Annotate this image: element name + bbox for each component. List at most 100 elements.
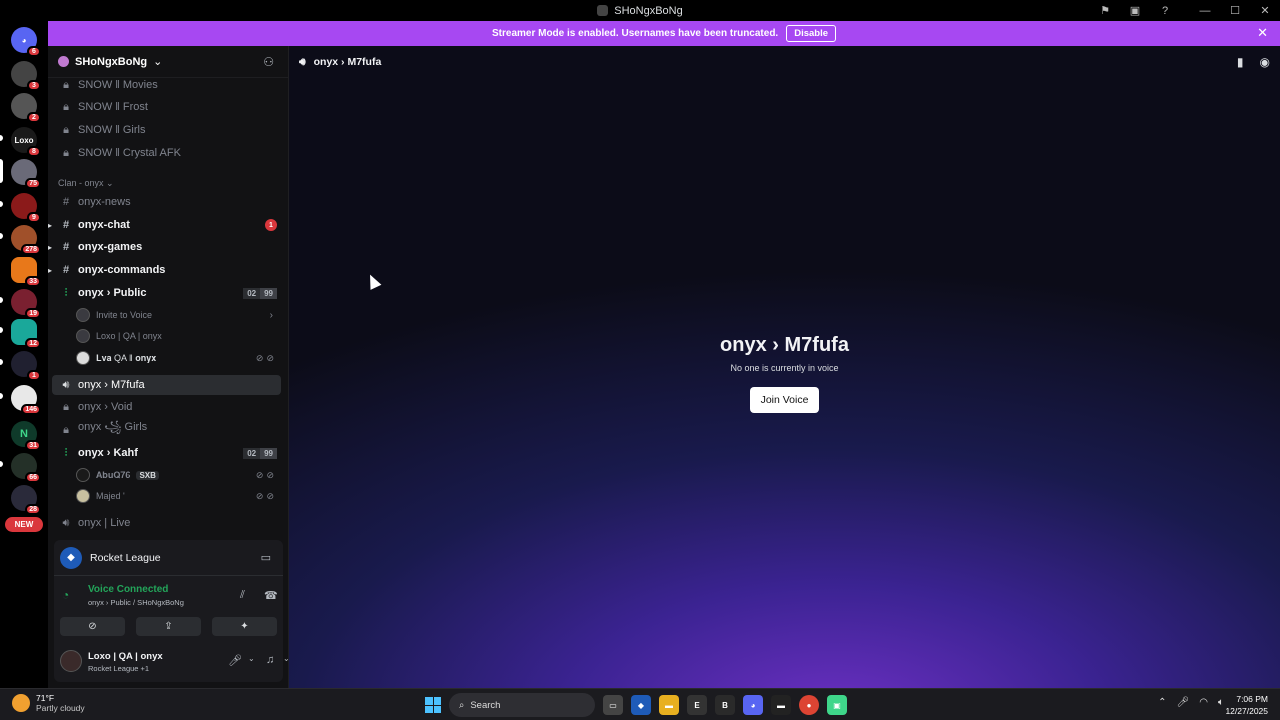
camera-button[interactable]: ⊘ [60,617,125,636]
server-icon[interactable]: 3 [11,61,41,91]
inbox-icon[interactable]: ▣ [1120,4,1150,17]
muted-deafened-icons: ⊘⊘ [255,469,277,480]
chrome-icon[interactable]: ● [799,695,819,715]
discord-taskbar-icon[interactable]: ◕ [743,695,763,715]
rocket-league-taskbar-icon[interactable]: ◆ [631,695,651,715]
close-banner-icon[interactable]: ✕ [1257,25,1268,41]
wifi-icon[interactable]: ◠ [1199,697,1208,708]
voice-channel-live[interactable]: 🔊︎ onyx | Live [52,513,281,533]
invite-to-voice[interactable]: Invite to Voice › [76,305,281,325]
channel-snow-movies[interactable]: 🔒︎ SNOW ‖ Movies [52,78,281,95]
server-icon[interactable]: 19 [11,289,41,319]
volume-icon[interactable]: 🔈︎ [1218,697,1224,708]
channel-snow-frost[interactable]: 🔒︎ SNOW ‖ Frost [52,97,281,117]
server-icon-loxo[interactable]: Loxo 8 [11,127,41,157]
microphone-icon[interactable]: 🎤︎ [228,654,242,667]
disable-streamer-mode-button[interactable]: Disable [786,25,836,42]
epic-games-icon[interactable]: E [687,695,707,715]
member-name: Majed ' [96,491,125,501]
channel-label: onyx ꧁ Girls [78,421,148,433]
voice-status[interactable]: Voice Connected [88,584,168,595]
voice-channel-girls[interactable]: 🔒︎ onyx ꧁ Girls [52,420,281,440]
voice-channel-void[interactable]: 🔒︎ onyx › Void [52,397,281,417]
voice-member[interactable]: Majed ' ⊘⊘ [76,486,281,506]
signal-icon[interactable]: ◔ [62,588,69,602]
channel-onyx-chat[interactable]: ▸ # onyx-chat 1 [48,215,281,235]
file-explorer-icon[interactable]: ▬ [659,695,679,715]
bookmark-icon[interactable]: ▮ [1237,55,1244,69]
server-icon[interactable]: 33 [11,257,41,287]
disconnect-icon[interactable]: ☎ [264,589,278,602]
chevron-down-icon[interactable]: ⌄ [248,654,255,663]
user-panel: ◆ Rocket League ▭ ◔ Voice Connected onyx… [48,540,314,688]
noise-suppression-icon[interactable]: ⫽ [240,589,245,602]
chevron-up-icon[interactable]: ⌃ [1158,697,1166,708]
voice-activity-icon: ⫶ [64,286,68,299]
home-button[interactable]: ◕ 6 [11,27,41,57]
task-view-icon[interactable]: ▭ [603,695,623,715]
server-icon[interactable]: 9 [11,193,41,223]
unread-indicator: ▸ [48,265,53,275]
microphone-icon[interactable]: 🎤︎ [1177,697,1190,708]
taskbar-search[interactable]: ⌕ Search [449,693,595,717]
voice-channel-public[interactable]: ⫶ onyx › Public 02 99 [52,283,281,303]
server-icon[interactable]: N 31 [11,421,41,451]
join-voice-button[interactable]: Join Voice [749,387,820,413]
unread-indicator: ▸ [48,242,53,252]
new-badge[interactable]: NEW [5,517,43,532]
windows-taskbar: 71°F Partly cloudy ⌕ Search ▭ ◆ ▬ E B ◕ ▬… [0,688,1280,720]
channel-snow-girls[interactable]: 🔒︎ SNOW ‖ Girls [52,120,281,140]
headphones-icon[interactable]: ♫ [266,654,274,666]
lock-icon: 🔒︎ [63,423,69,436]
speaker-icon: 🔊︎ [62,378,70,391]
server-icon[interactable]: 66 [11,453,41,483]
voice-member[interactable]: 𝐋𝐯𝐚 QA ‖ 𝐨𝐧𝐲𝐱 ⊘⊘ [76,348,281,368]
activity-panel[interactable]: ◆ Rocket League ▭ [54,540,283,575]
flag-icon[interactable]: ⚑ [1090,4,1120,17]
user-name[interactable]: Loxo | QA | onyx [88,651,163,662]
activities-button[interactable]: ✦ [212,617,277,636]
app-icon[interactable]: B [715,695,735,715]
app-icon [597,5,609,16]
voice-member[interactable]: 𝐀𝐛𝐮𝐐𝟕𝟔 SXB ⊘⊘ [76,465,281,485]
voice-channel-kahf[interactable]: ⫶ onyx › Kahf 02 99 [52,443,281,463]
chat-icon[interactable]: ◉ [1260,55,1270,69]
app-icon[interactable]: ▣ [827,695,847,715]
clock-date: 12/27/2025 [1225,706,1268,716]
voice-channel-m7fufa[interactable]: 🔊︎ onyx › M7fufa [52,375,281,395]
screen-share-icon[interactable]: ▭ [261,551,271,564]
minimize-button[interactable]: — [1190,5,1220,17]
server-icon[interactable]: 146 [11,385,41,415]
start-button[interactable] [425,697,441,713]
server-icon[interactable]: 75 [11,159,41,189]
taskbar-clock[interactable]: 7:06 PM 12/27/2025 [1225,693,1268,717]
channel-onyx-games[interactable]: ▸ # onyx-games [48,237,281,257]
avatar [76,489,90,503]
voice-location[interactable]: onyx › Public / SHoNgxBoNg [88,598,184,607]
server-badge: 6 [27,46,41,57]
search-label: Search [470,699,501,711]
channel-snow-crystal-afk[interactable]: 🔒︎ SNOW ‖ Crystal AFK [52,143,281,163]
guild-header[interactable]: SHoNgxBoNg ⌄ ⚇ [48,46,288,78]
avatar[interactable] [60,650,82,672]
weather-widget[interactable]: 71°F Partly cloudy [12,693,85,713]
channel-onyx-news[interactable]: # onyx-news [52,192,281,212]
clan-tag: SXB [136,470,159,480]
close-button[interactable]: ✕ [1250,4,1280,17]
invite-people-icon[interactable]: ⚇ [263,55,274,69]
server-icon[interactable]: 278 [11,225,41,255]
app-icon[interactable]: ▬ [771,695,791,715]
maximize-button[interactable]: ☐ [1220,4,1250,17]
channel-onyx-commands[interactable]: ▸ # onyx-commands [48,260,281,280]
screen-share-button[interactable]: ⇪ [136,617,201,636]
server-icon[interactable]: 12 [11,319,41,349]
lock-icon: 🔒︎ [63,100,69,113]
help-icon[interactable]: ? [1150,5,1180,17]
channel-label: onyx | Live [78,517,131,529]
category-label: Clan - onyx [58,178,104,188]
category-clan-onyx[interactable]: Clan - onyx ⌄ [58,178,114,189]
voice-member[interactable]: Loxo | QA | onyx [76,326,281,346]
server-icon[interactable]: 1 [11,351,41,381]
server-icon[interactable]: 2 [11,93,41,123]
server-icon[interactable]: 28 [11,485,41,515]
